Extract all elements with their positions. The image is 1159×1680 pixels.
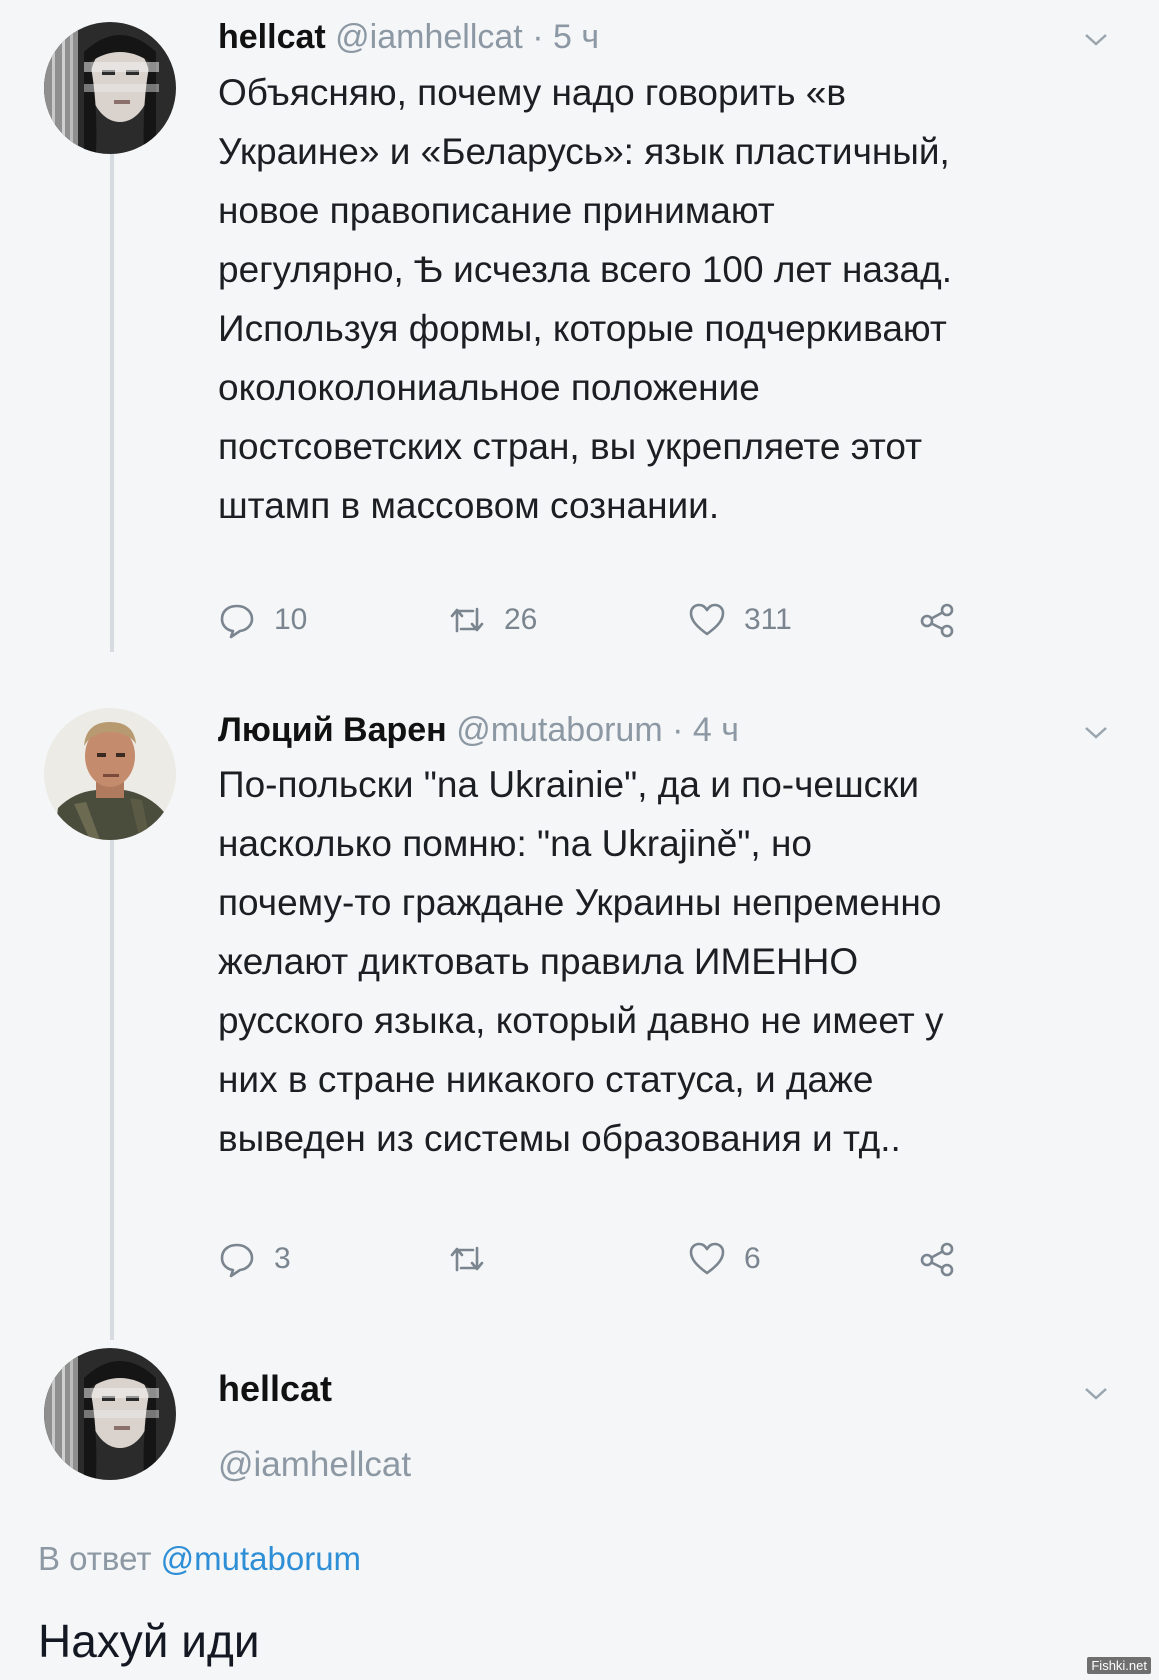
text-line: русского языка, который давно не имеет у	[218, 1000, 944, 1041]
like-count: 6	[744, 1242, 761, 1275]
watermark: Fishki.net	[1087, 1657, 1151, 1674]
chevron-down-icon[interactable]	[1083, 30, 1109, 48]
text-line: новое правописание принимают	[218, 190, 775, 231]
avatar[interactable]	[44, 1348, 176, 1480]
text-line: желают диктовать правила ИМЕННО	[218, 941, 859, 982]
retweet-button[interactable]	[448, 1237, 504, 1281]
text-line: Используя формы, которые подчеркивают	[218, 308, 947, 349]
share-button[interactable]	[918, 1237, 974, 1281]
retweet-icon	[450, 607, 484, 633]
text-line: постсоветских стран, вы укрепляете этот	[218, 426, 923, 467]
tweet-text: Объясняю, почему надо говорить «в Украин…	[218, 63, 1118, 535]
display-name[interactable]: Люций Варен	[218, 711, 447, 749]
retweet-count: 26	[504, 603, 538, 636]
reply-prefix: В ответ	[38, 1540, 152, 1577]
reply-icon	[220, 604, 254, 639]
like-icon	[689, 1242, 725, 1275]
text-line: регулярно, Ѣ исчезла всего 100 лет назад…	[218, 249, 953, 290]
reply-count: 10	[274, 603, 308, 636]
like-button[interactable]: 6	[688, 1237, 761, 1281]
display-name[interactable]: hellcat	[218, 1368, 332, 1410]
share-button[interactable]	[918, 598, 974, 642]
text-line: насколько помню: "na Ukrajině", но	[218, 823, 812, 864]
tweet-text: Нахуй иди	[38, 1615, 260, 1667]
separator-dot: ·	[532, 18, 544, 56]
like-icon	[689, 603, 725, 636]
text-line: Украине» и «Беларусь»: язык пластичный,	[218, 131, 950, 172]
timestamp[interactable]: 5 ч	[553, 18, 599, 56]
text-line: По-польски "na Ukrainie", да и по-чешски	[218, 764, 919, 805]
text-line: них в стране никакого статуса, и даже	[218, 1059, 874, 1100]
text-line: околоколониальное положение	[218, 367, 760, 408]
reply-count: 3	[274, 1242, 291, 1275]
chevron-down-icon[interactable]	[1083, 1384, 1109, 1402]
user-handle[interactable]: @mutaborum	[456, 711, 662, 749]
share-icon	[920, 1242, 954, 1277]
mention-link[interactable]: @mutaborum	[161, 1540, 361, 1577]
tweet-actions: 10 26 311	[218, 598, 978, 642]
thread-line	[110, 150, 114, 652]
text-line: штамп в массовом сознании.	[218, 485, 720, 526]
retweet-button[interactable]: 26	[448, 598, 537, 642]
timestamp[interactable]: 4 ч	[693, 711, 739, 749]
text-line: Объясняю, почему надо говорить «в	[218, 72, 846, 113]
user-handle[interactable]: @iamhellcat	[335, 18, 523, 56]
like-count: 311	[744, 603, 792, 636]
like-button[interactable]: 311	[688, 598, 792, 642]
text-line: почему-то граждане Украины непременно	[218, 882, 942, 923]
thread-line	[110, 818, 114, 1340]
reply-icon	[220, 1243, 254, 1278]
tweet-actions: 3 6	[218, 1237, 978, 1281]
avatar[interactable]	[44, 22, 176, 154]
tweet-header: hellcat @iamhellcat · 5 ч	[218, 17, 599, 57]
reply-button[interactable]: 10	[218, 598, 307, 642]
user-handle[interactable]: @iamhellcat	[218, 1445, 411, 1485]
share-icon	[920, 603, 954, 638]
chevron-down-icon[interactable]	[1083, 723, 1109, 741]
tweet-text: По-польски "na Ukrainie", да и по-чешски…	[218, 755, 1118, 1168]
separator-dot: ·	[672, 711, 684, 749]
reply-button[interactable]: 3	[218, 1237, 291, 1281]
text-line: выведен из системы образования и тд..	[218, 1118, 901, 1159]
tweet-header: Люций Варен @mutaborum · 4 ч	[218, 710, 739, 750]
display-name[interactable]: hellcat	[218, 18, 326, 56]
avatar[interactable]	[44, 708, 176, 840]
reply-context: В ответ @mutaborum	[38, 1540, 361, 1578]
retweet-icon	[450, 1246, 484, 1272]
